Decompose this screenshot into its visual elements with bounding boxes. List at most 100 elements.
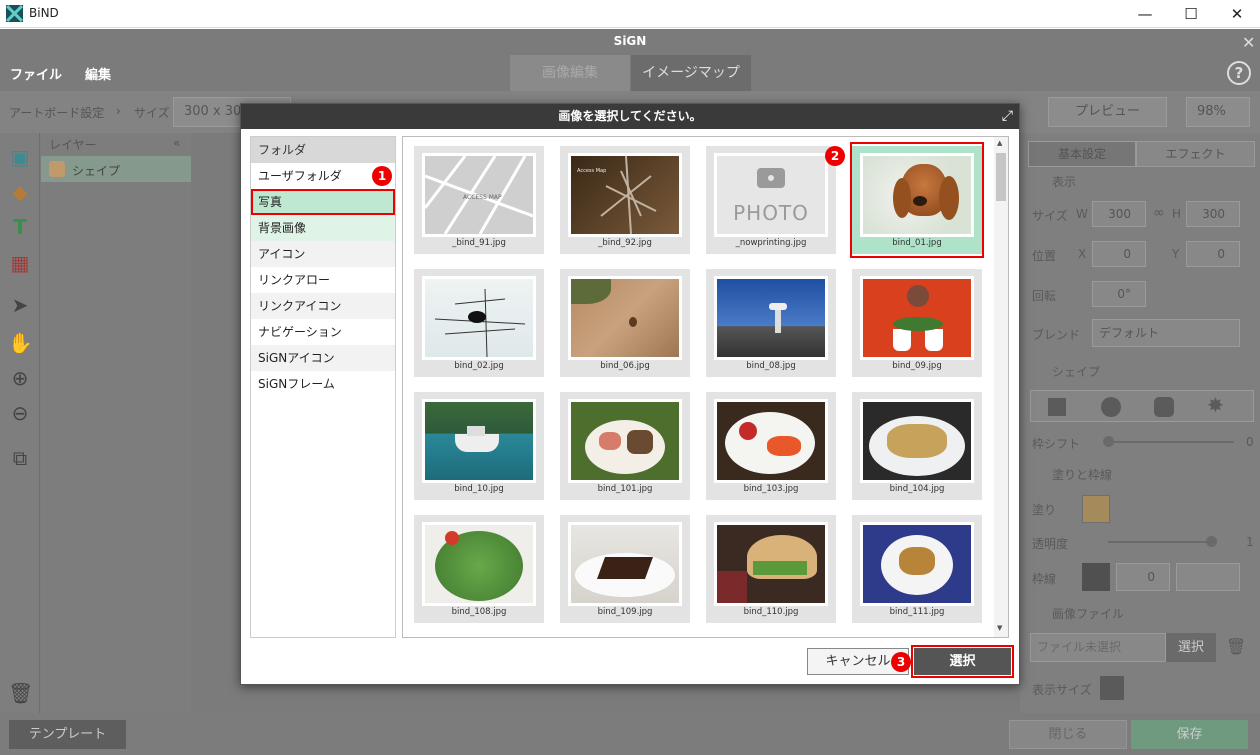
file-delete-icon[interactable]: 🗑 [1226, 637, 1246, 656]
image-tile[interactable]: bind_02.jpg [414, 269, 544, 377]
folder-icons[interactable]: アイコン [251, 241, 395, 267]
image-tile[interactable]: bind_111.jpg [852, 515, 982, 623]
shape-section[interactable]: シェイプ [1052, 363, 1100, 380]
w-label: W [1076, 207, 1088, 221]
maximize-button[interactable]: ☐ [1168, 0, 1214, 28]
square-shape-button[interactable] [1048, 398, 1066, 416]
x-label: X [1078, 247, 1087, 261]
opacity-slider[interactable] [1108, 541, 1212, 543]
collapse-icon[interactable]: « [173, 136, 180, 150]
close-window-button[interactable]: ✕ [1214, 0, 1260, 28]
vertical-scrollbar[interactable]: ▲ ▼ [994, 137, 1008, 637]
stroke-style-select[interactable] [1176, 563, 1240, 591]
rotate-input[interactable]: 0° [1092, 281, 1146, 307]
minimize-button[interactable]: — [1122, 0, 1168, 28]
image-thumbnail [860, 522, 974, 606]
image-tile[interactable]: ACCESS MAP _bind_91.jpg [414, 146, 544, 254]
image-thumbnail: Access Map [568, 153, 682, 237]
image-tile[interactable]: bind_108.jpg [414, 515, 544, 623]
scrollbar-thumb[interactable] [996, 153, 1006, 201]
rounded-shape-button[interactable] [1154, 397, 1174, 417]
folder-link-icons[interactable]: リンクアイコン [251, 293, 395, 319]
folder-sign-icons[interactable]: SiGNアイコン [251, 345, 395, 371]
width-input[interactable]: 300 [1092, 201, 1146, 227]
display-size-icon[interactable] [1100, 676, 1124, 700]
tab-effect[interactable]: エフェクト [1136, 141, 1255, 167]
display-section[interactable]: 表示 [1052, 173, 1076, 190]
help-icon[interactable]: ? [1227, 61, 1251, 85]
image-tile[interactable]: bind_09.jpg [852, 269, 982, 377]
x-input[interactable]: 0 [1092, 241, 1146, 267]
app-close-icon[interactable]: ✕ [1242, 33, 1255, 52]
zoom-out-icon[interactable]: ⊖ [8, 401, 32, 425]
fill-color-swatch[interactable] [1082, 495, 1110, 523]
select-arrow-icon[interactable]: ➤ [8, 293, 32, 317]
zoom-select[interactable]: 98% [1186, 97, 1250, 127]
image-tile[interactable]: bind_08.jpg [706, 269, 836, 377]
folder-backgrounds[interactable]: 背景画像 [251, 215, 395, 241]
folder-navigation[interactable]: ナビゲーション [251, 319, 395, 345]
image-tile[interactable]: bind_06.jpg [560, 269, 690, 377]
stroke-label: 枠線 [1032, 572, 1057, 586]
image-thumbnail [422, 522, 536, 606]
folder-sign-frames[interactable]: SiGNフレーム [251, 371, 395, 397]
image-caption: _bind_92.jpg [598, 238, 652, 248]
image-tile[interactable]: bind_110.jpg [706, 515, 836, 623]
close-button[interactable]: 閉じる [1009, 720, 1127, 749]
image-tool-icon[interactable]: ▣ [8, 145, 32, 169]
step-badge-2: 2 [825, 146, 845, 166]
tab-image-edit[interactable]: 画像編集 [510, 55, 630, 91]
menu-file[interactable]: ファイル [10, 64, 62, 83]
hand-icon[interactable]: ✋ [8, 331, 33, 355]
select-button[interactable]: 選択 [914, 648, 1011, 675]
image-tile[interactable]: Access Map _bind_92.jpg [560, 146, 690, 254]
folder-link-arrows[interactable]: リンクアロー [251, 267, 395, 293]
image-tile[interactable]: bind_104.jpg [852, 392, 982, 500]
image-caption: bind_08.jpg [746, 361, 796, 371]
artboard-settings[interactable]: アートボード設定 [9, 104, 104, 121]
circle-shape-button[interactable] [1101, 397, 1121, 417]
tab-image-map[interactable]: イメージマップ [631, 55, 751, 91]
image-file-section[interactable]: 画像ファイル [1052, 605, 1124, 622]
template-button[interactable]: テンプレート [9, 720, 126, 749]
tab-basic-settings[interactable]: 基本設定 [1028, 141, 1136, 167]
stroke-color-swatch[interactable] [1082, 563, 1110, 591]
shape-tool-icon[interactable]: ◆ [8, 180, 32, 204]
image-tile[interactable]: bind_103.jpg [706, 392, 836, 500]
expand-icon[interactable]: ⤢ [1002, 108, 1013, 124]
fill-section[interactable]: 塗りと枠線 [1052, 466, 1112, 483]
zoom-in-icon[interactable]: ⊕ [8, 366, 32, 390]
folder-photos[interactable]: 写真 [251, 189, 395, 215]
y-input[interactable]: 0 [1186, 241, 1240, 267]
table-tool-icon[interactable]: ▦ [8, 251, 32, 275]
window-title: BiND [29, 6, 59, 20]
menu-edit[interactable]: 編集 [85, 64, 111, 83]
trash-icon[interactable]: 🗑 [8, 681, 33, 705]
image-caption: bind_104.jpg [889, 484, 945, 494]
image-tile[interactable]: bind_101.jpg [560, 392, 690, 500]
scroll-down-icon[interactable]: ▼ [997, 624, 1002, 632]
stroke-width-input[interactable]: 0 [1116, 563, 1170, 591]
file-select-button[interactable]: 選択 [1166, 633, 1216, 662]
text-tool-icon[interactable]: T [8, 215, 32, 239]
image-tile[interactable]: bind_10.jpg [414, 392, 544, 500]
image-tile[interactable]: bind_109.jpg [560, 515, 690, 623]
blend-label: ブレンド [1032, 328, 1081, 342]
opacity-handle[interactable] [1206, 536, 1217, 547]
height-input[interactable]: 300 [1186, 201, 1240, 227]
thumb-text-access-map-small: Access Map [577, 168, 607, 174]
arrange-icon[interactable]: ⧉ [8, 446, 32, 470]
preview-button[interactable]: プレビュー [1048, 97, 1167, 127]
image-thumbnail [714, 399, 828, 483]
blend-select[interactable]: デフォルト [1092, 319, 1240, 347]
save-button[interactable]: 保存 [1131, 720, 1248, 749]
image-tile[interactable]: PHOTO _nowprinting.jpg [706, 146, 836, 254]
scroll-up-icon[interactable]: ▲ [997, 139, 1002, 147]
link-icon[interactable]: ∞ [1153, 205, 1165, 221]
rotate-label: 回転 [1032, 289, 1057, 303]
image-file-field[interactable]: ファイル未選択 [1030, 633, 1166, 662]
frame-shift-handle[interactable] [1103, 436, 1114, 447]
layer-item[interactable]: シェイプ [41, 156, 191, 182]
frame-shift-slider[interactable] [1108, 441, 1234, 443]
star-shape-button[interactable]: ✸ [1207, 393, 1224, 417]
